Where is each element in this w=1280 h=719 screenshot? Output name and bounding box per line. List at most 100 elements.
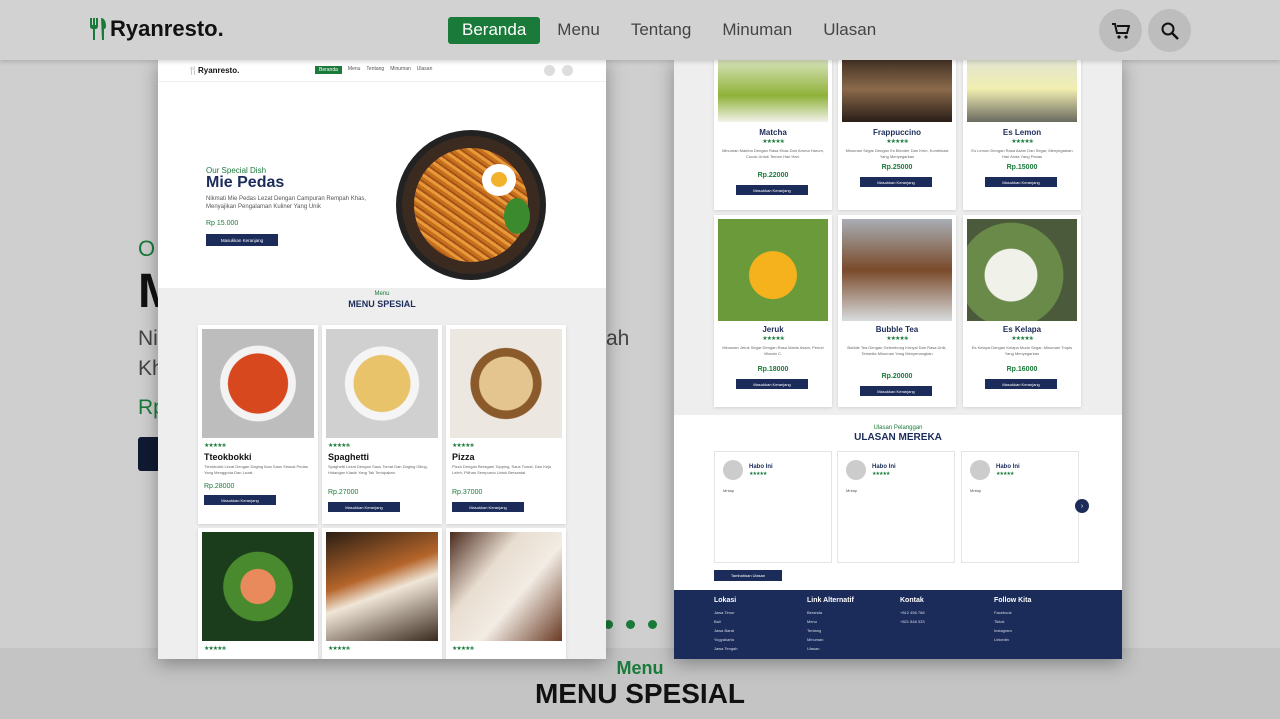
drink-stars: ★★★★✬: [1011, 139, 1034, 145]
card-name: Pizza: [452, 452, 475, 462]
tteokbokki-image: [202, 329, 314, 438]
noodle-dish-image: [396, 130, 546, 280]
drink-name: Es Lemon: [1002, 128, 1042, 137]
review-card: Habo Ini ★★★★★ Mntap: [837, 451, 955, 563]
drink-button: Masukkan Keranjang: [860, 177, 932, 187]
card-name: Spaghetti: [328, 452, 370, 462]
menu-card: ★★★★✬: [446, 528, 566, 659]
avatar: [723, 460, 743, 480]
hero-desc-line1-end: ah: [606, 327, 630, 350]
drink-name: Jeruk: [762, 325, 784, 334]
drink-price: Rp.20000: [881, 373, 913, 380]
drink-card: Frappuccino ★★★★✬ Minuman Segar Dengan E…: [838, 60, 956, 210]
es-lemon-image: [967, 60, 1077, 122]
drink-price: Rp.25000: [881, 164, 913, 171]
search-button[interactable]: [1148, 9, 1191, 52]
cart-button[interactable]: [1099, 9, 1142, 52]
card-stars: ★★★★✬: [328, 646, 351, 652]
drink-card: Es Kelapa ★★★★✬ Es Kelapa Dengan Kelapa …: [963, 215, 1081, 407]
drink-button: Masukkan Keranjang: [985, 379, 1057, 389]
drink-price: Rp.22000: [757, 172, 789, 179]
drink-desc: Es Kelapa Dengan Kelapa Muda Segar, Minu…: [971, 345, 1073, 356]
nav-item-menu[interactable]: Menu: [543, 17, 614, 44]
review-stars: ★★★★★: [996, 471, 1014, 477]
drink-price: Rp.15000: [1006, 164, 1038, 171]
card-stars: ★★★★✬: [204, 443, 227, 449]
nav-links: Beranda Menu Tentang Minuman Ulasan: [448, 17, 893, 44]
preview-nav-ulasan: Ulasan: [416, 66, 433, 72]
top-navbar: Ryanresto. Beranda Menu Tentang Minuman …: [0, 0, 1280, 60]
spaghetti-image: [326, 329, 438, 438]
preview-hero-desc: Nikmati Mie Pedas Lezat Dengan Campuran …: [206, 196, 367, 210]
card-stars: ★★★★✬: [328, 443, 351, 449]
cart-icon: [1111, 22, 1130, 39]
nav-item-beranda[interactable]: Beranda: [448, 17, 541, 44]
drink-stars: ★★★★✬: [762, 336, 785, 342]
menu-card: ★★★★✬ Tteokbokki Tteokbokki Lezat Dengan…: [198, 325, 318, 524]
preview-nav-minuman: Minuman: [390, 66, 411, 72]
nav-item-minuman[interactable]: Minuman: [708, 17, 806, 44]
footer-col-lokasi: Lokasi Jawa Timur Bali Jawa Barat Yogyak…: [714, 597, 738, 651]
brand-logo[interactable]: Ryanresto.: [88, 16, 224, 42]
drink-name: Frappuccino: [872, 128, 921, 137]
preview-section-title: MENU SPESIAL: [348, 299, 416, 309]
menu-card: ★★★★✬: [322, 528, 442, 659]
drink-desc: Minuman Jeruk Segar Dengan Rasa Manis As…: [722, 345, 824, 356]
review-name: Habo Ini: [749, 464, 773, 470]
drink-card: Matcha ★★★★✬ Minuman Matcha Dengan Rasa …: [714, 60, 832, 210]
card-stars: ★★★★✬: [452, 646, 475, 652]
review-stars: ★★★★★: [749, 471, 767, 477]
preview-footer: Lokasi Jawa Timur Bali Jawa Barat Yogyak…: [674, 590, 1122, 659]
review-card: Habo Ini ★★★★★ Mntap: [714, 451, 832, 563]
card-name: Tteokbokki: [204, 452, 252, 462]
review-text: Mntap: [723, 488, 735, 493]
preview-hero-price: Rp 15.000: [206, 220, 239, 227]
matcha-image: [718, 60, 828, 122]
preview-menu-section: Menu MENU SPESIAL ★★★★✬ Tteokbokki Tteok…: [158, 288, 606, 659]
section-title: MENU SPESIAL: [534, 678, 746, 709]
nav-item-tentang[interactable]: Tentang: [617, 17, 706, 44]
reviews-subtitle: Ulasan Pelanggan: [873, 425, 923, 431]
card-price: Rp.28000: [204, 483, 235, 490]
add-review-button: Tambahkan Ulasan: [714, 570, 782, 581]
section-subtitle: Menu: [616, 658, 664, 678]
card-button: Masukkan Keranjang: [328, 502, 400, 512]
preview-search-icon: [562, 65, 573, 76]
nav-item-ulasan[interactable]: Ulasan: [809, 17, 890, 44]
drink-stars: ★★★★✬: [886, 139, 909, 145]
menu-card: ★★★★✬ Spaghetti Spaghetti Lezat Dengan S…: [322, 325, 442, 524]
drink-button: Masukkan Keranjang: [736, 379, 808, 389]
preview-hero-button: Masukkan Keranjang: [206, 234, 278, 246]
search-icon: [1161, 22, 1179, 40]
card-price: Rp.37000: [452, 489, 483, 496]
card-stars: ★★★★✬: [204, 646, 227, 652]
review-name: Habo Ini: [996, 464, 1020, 470]
card-button: Masukkan Keranjang: [452, 502, 524, 512]
drink-name: Bubble Tea: [875, 325, 919, 334]
card-desc: Pizza Dengan Beragam Topping, Saus Tomat…: [452, 464, 552, 475]
footer-col-links: Link Alternatif Beranda Menu Tentang Min…: [807, 597, 854, 651]
review-card: Habo Ini ★★★★★ Mntap: [961, 451, 1079, 563]
card-stars: ★★★★✬: [452, 443, 475, 449]
preview-cart-icon: [544, 65, 555, 76]
preview-screenshot-left: 🍴Ryanresto. Beranda Menu Tentang Minuman…: [158, 60, 606, 659]
jeruk-image: [718, 219, 828, 321]
drink-stars: ★★★★✬: [886, 336, 909, 342]
drink-name: Matcha: [759, 128, 787, 137]
drink-name: Es Kelapa: [1002, 325, 1042, 334]
preview-screenshot-right: Matcha ★★★★✬ Minuman Matcha Dengan Rasa …: [674, 60, 1122, 659]
preview-hero-title: Mie Pedas: [206, 174, 285, 191]
preview-nav-menu: Menu: [347, 66, 361, 72]
frappuccino-image: [842, 60, 952, 122]
drink-card: Es Lemon ★★★★✬ Es Lemon Dengan Rasa Asam…: [963, 60, 1081, 210]
reviews-title: ULASAN MEREKA: [854, 432, 942, 443]
review-text: Mntap: [846, 488, 858, 493]
utensils-icon: [90, 18, 106, 40]
footer-col-follow: Follow Kita Facebook Tiktok Instagram Li…: [994, 597, 1032, 642]
carousel-dots[interactable]: [604, 620, 657, 629]
card-price: Rp.27000: [328, 489, 359, 496]
chevron-right-icon: ›: [1075, 499, 1089, 513]
avatar: [970, 460, 990, 480]
drink-card: Bubble Tea ★★★★✬ Bubble Tea Dengan Gelem…: [838, 215, 956, 407]
preview-hero: Our Special Dish Mie Pedas Nikmati Mie P…: [158, 82, 606, 303]
